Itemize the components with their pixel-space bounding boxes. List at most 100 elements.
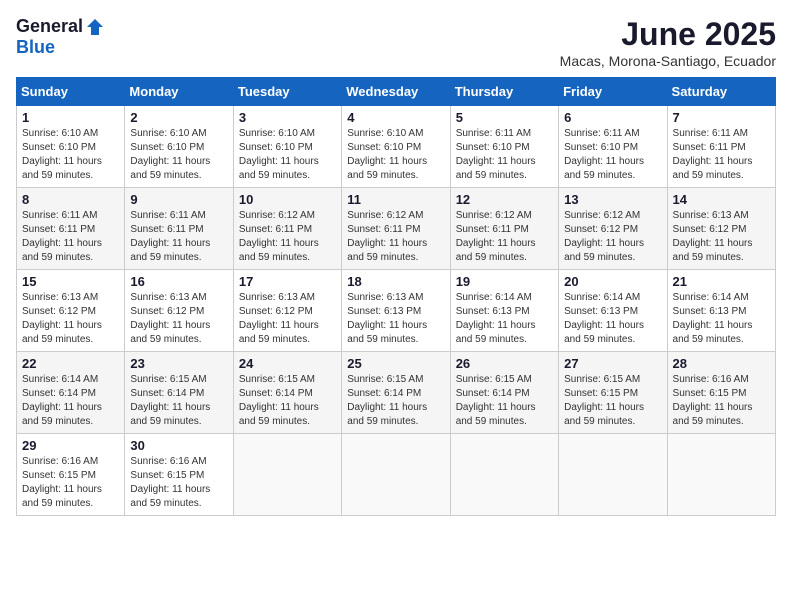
day-info: Sunrise: 6:15 AMSunset: 6:14 PMDaylight:… — [347, 373, 444, 429]
day-info: Sunrise: 6:13 AMSunset: 6:12 PMDaylight:… — [239, 291, 336, 347]
calendar-cell — [342, 434, 450, 516]
day-number: 3 — [239, 110, 336, 125]
day-info: Sunrise: 6:13 AMSunset: 6:12 PMDaylight:… — [673, 209, 770, 265]
location-subtitle: Macas, Morona-Santiago, Ecuador — [560, 53, 776, 69]
day-info: Sunrise: 6:10 AMSunset: 6:10 PMDaylight:… — [347, 127, 444, 183]
day-info: Sunrise: 6:13 AMSunset: 6:12 PMDaylight:… — [130, 291, 227, 347]
day-info: Sunrise: 6:13 AMSunset: 6:13 PMDaylight:… — [347, 291, 444, 347]
calendar-cell: 8 Sunrise: 6:11 AMSunset: 6:11 PMDaylight… — [17, 188, 125, 270]
logo-icon — [85, 17, 105, 37]
day-number: 20 — [564, 274, 661, 289]
calendar-cell — [667, 434, 775, 516]
day-info: Sunrise: 6:10 AMSunset: 6:10 PMDaylight:… — [22, 127, 119, 183]
calendar-cell: 25 Sunrise: 6:15 AMSunset: 6:14 PMDayligh… — [342, 352, 450, 434]
day-number: 24 — [239, 356, 336, 371]
day-info: Sunrise: 6:14 AMSunset: 6:14 PMDaylight:… — [22, 373, 119, 429]
calendar-cell: 11 Sunrise: 6:12 AMSunset: 6:11 PMDayligh… — [342, 188, 450, 270]
day-number: 25 — [347, 356, 444, 371]
day-info: Sunrise: 6:15 AMSunset: 6:14 PMDaylight:… — [456, 373, 553, 429]
day-number: 9 — [130, 192, 227, 207]
calendar-cell: 1 Sunrise: 6:10 AMSunset: 6:10 PMDaylight… — [17, 106, 125, 188]
calendar-week-row: 1 Sunrise: 6:10 AMSunset: 6:10 PMDaylight… — [17, 106, 776, 188]
day-number: 13 — [564, 192, 661, 207]
calendar-cell: 19Sunrise: 6:14 AMSunset: 6:13 PMDayligh… — [450, 270, 558, 352]
calendar-week-row: 15 Sunrise: 6:13 AMSunset: 6:12 PMDayligh… — [17, 270, 776, 352]
day-info: Sunrise: 6:11 AMSunset: 6:11 PMDaylight:… — [673, 127, 770, 183]
day-number: 11 — [347, 192, 444, 207]
day-number: 15 — [22, 274, 119, 289]
day-info: Sunrise: 6:15 AMSunset: 6:15 PMDaylight:… — [564, 373, 661, 429]
day-number: 26 — [456, 356, 553, 371]
logo-general-text: General — [16, 16, 83, 37]
calendar-cell: 2Sunrise: 6:10 AMSunset: 6:10 PMDaylight… — [125, 106, 233, 188]
day-info: Sunrise: 6:11 AMSunset: 6:11 PMDaylight:… — [130, 209, 227, 265]
calendar-cell: 10 Sunrise: 6:12 AMSunset: 6:11 PMDayligh… — [233, 188, 341, 270]
day-number: 21 — [673, 274, 770, 289]
day-info: Sunrise: 6:13 AMSunset: 6:12 PMDaylight:… — [22, 291, 119, 347]
calendar-cell — [450, 434, 558, 516]
calendar-header-row: SundayMondayTuesdayWednesdayThursdayFrid… — [17, 78, 776, 106]
calendar-cell: 12 Sunrise: 6:12 AMSunset: 6:11 PMDayligh… — [450, 188, 558, 270]
day-info: Sunrise: 6:15 AMSunset: 6:14 PMDaylight:… — [239, 373, 336, 429]
day-info: Sunrise: 6:12 AMSunset: 6:12 PMDaylight:… — [564, 209, 661, 265]
calendar-cell: 3 Sunrise: 6:10 AMSunset: 6:10 PMDaylight… — [233, 106, 341, 188]
calendar-cell — [559, 434, 667, 516]
calendar-header-thursday: Thursday — [450, 78, 558, 106]
calendar-header-wednesday: Wednesday — [342, 78, 450, 106]
day-number: 2 — [130, 110, 227, 125]
calendar-cell: 20Sunrise: 6:14 AMSunset: 6:13 PMDayligh… — [559, 270, 667, 352]
day-info: Sunrise: 6:14 AMSunset: 6:13 PMDaylight:… — [673, 291, 770, 347]
day-number: 14 — [673, 192, 770, 207]
day-number: 8 — [22, 192, 119, 207]
day-number: 6 — [564, 110, 661, 125]
day-info: Sunrise: 6:10 AMSunset: 6:10 PMDaylight:… — [239, 127, 336, 183]
calendar-header-friday: Friday — [559, 78, 667, 106]
day-number: 17 — [239, 274, 336, 289]
calendar-cell: 21 Sunrise: 6:14 AMSunset: 6:13 PMDayligh… — [667, 270, 775, 352]
day-number: 1 — [22, 110, 119, 125]
calendar-header-tuesday: Tuesday — [233, 78, 341, 106]
page-header: General Blue June 2025 Macas, Morona-San… — [16, 16, 776, 69]
day-number: 7 — [673, 110, 770, 125]
calendar-cell: 16 Sunrise: 6:13 AMSunset: 6:12 PMDayligh… — [125, 270, 233, 352]
calendar-week-row: 29 Sunrise: 6:16 AMSunset: 6:15 PMDayligh… — [17, 434, 776, 516]
calendar-cell: 5Sunrise: 6:11 AMSunset: 6:10 PMDaylight… — [450, 106, 558, 188]
day-number: 29 — [22, 438, 119, 453]
day-info: Sunrise: 6:15 AMSunset: 6:14 PMDaylight:… — [130, 373, 227, 429]
day-number: 16 — [130, 274, 227, 289]
calendar-cell: 14 Sunrise: 6:13 AMSunset: 6:12 PMDayligh… — [667, 188, 775, 270]
calendar-cell: 30 Sunrise: 6:16 AMSunset: 6:15 PMDayligh… — [125, 434, 233, 516]
day-info: Sunrise: 6:14 AMSunset: 6:13 PMDaylight:… — [456, 291, 553, 347]
day-info: Sunrise: 6:12 AMSunset: 6:11 PMDaylight:… — [456, 209, 553, 265]
calendar-header-sunday: Sunday — [17, 78, 125, 106]
day-number: 22 — [22, 356, 119, 371]
day-info: Sunrise: 6:16 AMSunset: 6:15 PMDaylight:… — [673, 373, 770, 429]
logo-blue-text: Blue — [16, 37, 55, 58]
calendar-cell: 4Sunrise: 6:10 AMSunset: 6:10 PMDaylight… — [342, 106, 450, 188]
calendar-cell: 13 Sunrise: 6:12 AMSunset: 6:12 PMDayligh… — [559, 188, 667, 270]
month-year-title: June 2025 — [560, 16, 776, 53]
day-info: Sunrise: 6:11 AMSunset: 6:11 PMDaylight:… — [22, 209, 119, 265]
calendar-header-saturday: Saturday — [667, 78, 775, 106]
calendar-cell: 6Sunrise: 6:11 AMSunset: 6:10 PMDaylight… — [559, 106, 667, 188]
calendar-cell: 15 Sunrise: 6:13 AMSunset: 6:12 PMDayligh… — [17, 270, 125, 352]
day-info: Sunrise: 6:16 AMSunset: 6:15 PMDaylight:… — [22, 455, 119, 511]
calendar-cell — [233, 434, 341, 516]
logo: General Blue — [16, 16, 105, 58]
calendar-week-row: 8 Sunrise: 6:11 AMSunset: 6:11 PMDaylight… — [17, 188, 776, 270]
day-number: 10 — [239, 192, 336, 207]
calendar-cell: 29 Sunrise: 6:16 AMSunset: 6:15 PMDayligh… — [17, 434, 125, 516]
calendar-header-monday: Monday — [125, 78, 233, 106]
day-number: 30 — [130, 438, 227, 453]
calendar-cell: 18Sunrise: 6:13 AMSunset: 6:13 PMDayligh… — [342, 270, 450, 352]
calendar-cell: 7 Sunrise: 6:11 AMSunset: 6:11 PMDaylight… — [667, 106, 775, 188]
day-number: 12 — [456, 192, 553, 207]
day-info: Sunrise: 6:16 AMSunset: 6:15 PMDaylight:… — [130, 455, 227, 511]
calendar-cell: 22 Sunrise: 6:14 AMSunset: 6:14 PMDayligh… — [17, 352, 125, 434]
day-info: Sunrise: 6:12 AMSunset: 6:11 PMDaylight:… — [239, 209, 336, 265]
day-number: 23 — [130, 356, 227, 371]
calendar-cell: 24 Sunrise: 6:15 AMSunset: 6:14 PMDayligh… — [233, 352, 341, 434]
day-info: Sunrise: 6:11 AMSunset: 6:10 PMDaylight:… — [456, 127, 553, 183]
day-info: Sunrise: 6:12 AMSunset: 6:11 PMDaylight:… — [347, 209, 444, 265]
title-block: June 2025 Macas, Morona-Santiago, Ecuado… — [560, 16, 776, 69]
